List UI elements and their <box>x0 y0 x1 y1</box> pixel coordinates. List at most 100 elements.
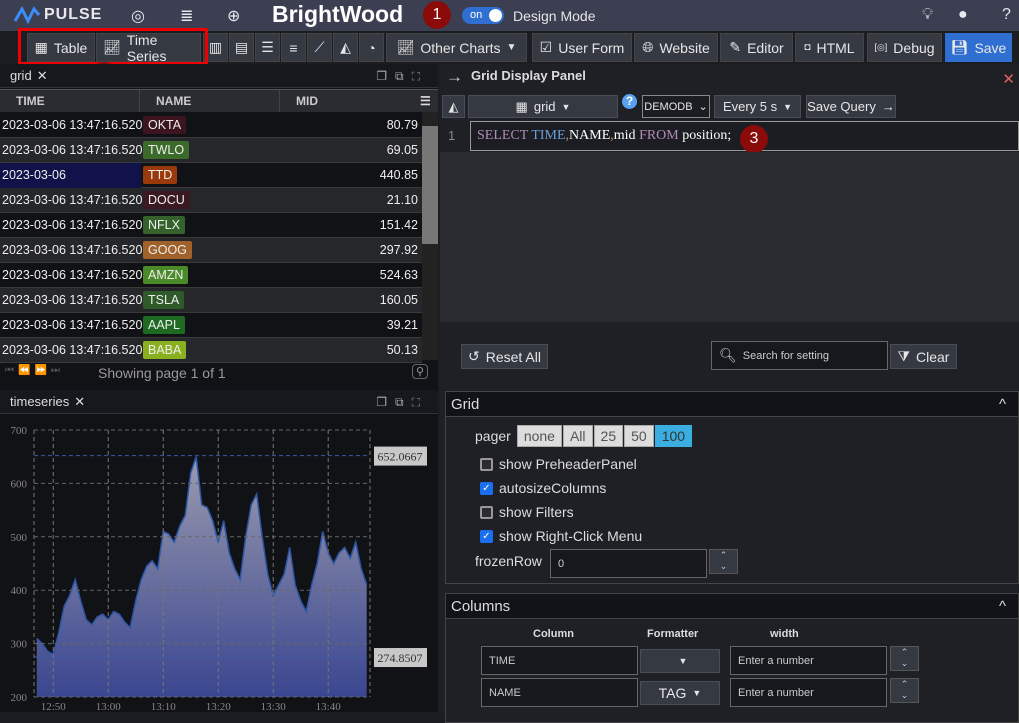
pager-option: pager none All 25 50 100 <box>475 425 693 447</box>
pager-option-100[interactable]: 100 <box>654 425 693 447</box>
frozen-row-input[interactable]: 0 <box>550 549 707 578</box>
cell-time: 2023-03-06 13:47:16.520 <box>2 193 143 207</box>
table-row[interactable]: 2023-03-06 13:47:16.520 OKTA 80.79 <box>0 113 422 138</box>
pager-nav-icons[interactable]: ⏮⏪⏩⏭ <box>5 365 64 376</box>
area-chart-icon[interactable]: ◭ <box>442 95 465 118</box>
editor-button[interactable]: ✎ Editor <box>720 33 793 62</box>
cell-name-tag: BABA <box>143 341 187 359</box>
cell-time: 2023-03-06 13:47:16.520 <box>2 118 143 132</box>
pager-option-none[interactable]: none <box>516 425 562 447</box>
database-select[interactable]: DEMODB ⌄ <box>642 95 710 118</box>
horizontal-bar-button[interactable]: ☰ <box>255 33 280 62</box>
html-button[interactable]: ◘ HTML <box>795 33 864 62</box>
reset-all-button[interactable]: ↺ Reset All <box>461 344 548 369</box>
lightbulb-icon[interactable]: 💡︎ <box>922 6 933 24</box>
pulse-logo[interactable]: PULSE <box>14 5 102 25</box>
pager-option-All[interactable]: All <box>562 425 593 447</box>
table-icon: ▦ <box>515 98 528 114</box>
table-row[interactable]: 2023-03-06 13:47:16.520TTD 440.85 <box>0 163 422 211</box>
close-icon[interactable]: ✕ <box>1002 70 1015 88</box>
user-form-button[interactable]: ☑ User Form <box>532 33 632 62</box>
design-mode-label: Design Mode <box>513 8 596 24</box>
checkbox[interactable] <box>480 457 493 471</box>
top-bar: PULSE ◎ ≣ ⊕ BrightWood 1 on Design Mode … <box>0 0 1019 31</box>
checkbox[interactable]: ✓ <box>480 529 493 543</box>
table-row[interactable]: 2023-03-06 13:47:16.520 TSLA 160.05 <box>0 288 422 313</box>
timeseries-chart[interactable]: 200 300 400 500 600 700 12:50 13:00 13:10 13:20 13… <box>0 415 438 712</box>
line-chart-button[interactable]: ⟋ <box>307 33 332 62</box>
dashboard-icon[interactable]: ◎ <box>131 6 145 26</box>
formatter-dropdown[interactable]: TAG ▼ <box>640 681 720 705</box>
column-name-input[interactable]: NAME <box>481 678 638 707</box>
checkbox-option[interactable]: show PreheaderPanel <box>480 456 637 472</box>
globe-icon[interactable]: ⊕ <box>227 6 240 26</box>
debug-button[interactable]: [◎] Debug <box>867 33 942 62</box>
pie-chart-button[interactable]: ◔ <box>359 33 384 62</box>
formatter-dropdown[interactable]: ▼ <box>640 649 720 673</box>
help-icon[interactable]: ? <box>622 94 637 109</box>
refresh-interval-dropdown[interactable]: Every 5 s ▼ <box>714 95 801 118</box>
checkbox-option[interactable]: ✓ show Right-Click Menu <box>480 528 642 544</box>
close-icon[interactable]: ✕ <box>74 394 85 410</box>
panel-window-icons[interactable]: ❐⧉⛶ <box>376 69 428 84</box>
design-mode-toggle[interactable]: on <box>462 7 504 24</box>
table-row[interactable]: 2023-03-06 13:47:16.520 NFLX 151.42 <box>0 213 422 238</box>
search-setting-input[interactable]: 🔍︎ Search for setting <box>711 341 888 370</box>
logo-text: PULSE <box>44 6 103 23</box>
width-stepper[interactable]: ⌃ ⌄ <box>890 678 919 703</box>
other-charts-dropdown[interactable]: 📈︎ Other Charts ▼ <box>386 33 527 62</box>
pager-option-25[interactable]: 25 <box>593 425 624 447</box>
help-icon[interactable]: ? <box>1002 6 1011 24</box>
columns-section-header[interactable]: Columns ^ <box>446 594 1018 619</box>
checkbox[interactable] <box>480 505 493 519</box>
pulse-logo-icon <box>14 5 40 25</box>
save-query-button[interactable]: Save Query → <box>806 95 896 118</box>
max-marker-label: 652.0667 <box>378 450 423 464</box>
collapse-icon: ^ <box>998 598 1006 615</box>
arrow-right-icon[interactable]: → <box>446 67 463 87</box>
column-name-input[interactable]: TIME <box>481 646 638 675</box>
frozen-row-stepper[interactable]: ⌃ ⌄ <box>709 549 738 574</box>
checkbox-option[interactable]: ✓ autosizeColumns <box>480 480 606 496</box>
checkbox[interactable]: ✓ <box>480 481 493 495</box>
checkbox-option[interactable]: show Filters <box>480 504 574 520</box>
scrollbar[interactable] <box>422 112 438 360</box>
column-header: Column <box>533 628 574 640</box>
clear-button[interactable]: ⧩ Clear <box>890 344 957 369</box>
table-row[interactable]: 2023-03-06 13:47:16.520 TWLO 69.05 <box>0 138 422 163</box>
cell-name-tag: GOOG <box>143 241 192 259</box>
width-input[interactable]: Enter a number <box>730 678 887 707</box>
col-name[interactable]: NAME <box>140 90 280 112</box>
cell-time: 2023-03-06 13:47:16.520 <box>2 318 143 332</box>
cell-mid: 21.10 <box>386 193 418 207</box>
panel-window-icons[interactable]: ❐⧉⛶ <box>376 395 428 410</box>
table-row[interactable]: 2023-03-06 13:47:16.520 AAPL 39.21 <box>0 313 422 338</box>
area-chart-button[interactable]: ◭ <box>333 33 358 62</box>
website-button[interactable]: 🌐︎ Website <box>634 33 718 62</box>
table-row[interactable]: 2023-03-06 13:47:16.520 GOOG 297.92 <box>0 238 422 263</box>
lightbulb-icon[interactable]: ⚲ <box>412 364 429 379</box>
html-icon: ◘ <box>804 42 811 53</box>
x-tick-label: 13:40 <box>316 701 342 712</box>
width-stepper[interactable]: ⌃ ⌄ <box>890 646 919 671</box>
table-row[interactable]: 2023-03-06 13:47:16.520 AMZN 524.63 <box>0 263 422 288</box>
editor-area[interactable] <box>440 152 1019 322</box>
view-type-dropdown[interactable]: ▦ grid ▼ <box>468 95 618 118</box>
col-mid[interactable]: MID <box>280 90 420 112</box>
annotation-badge-3: 3 <box>740 125 768 153</box>
database-icon[interactable]: ≣ <box>180 6 193 26</box>
pager-option-50[interactable]: 50 <box>624 425 654 447</box>
grid-section-header[interactable]: Grid ^ <box>446 392 1018 417</box>
y-tick-label: 600 <box>11 478 28 490</box>
save-button[interactable]: 💾︎ Save <box>945 33 1012 62</box>
close-icon[interactable]: ✕ <box>37 68 48 84</box>
sorted-bar-button[interactable]: ≡ <box>281 33 306 62</box>
cell-time: 2023-03-06 13:47:16.520 <box>2 343 143 357</box>
table-row[interactable]: 2023-03-06 13:47:16.520 DOCU 21.10 <box>0 188 422 213</box>
width-input[interactable]: Enter a number <box>730 646 887 675</box>
filter-clear-icon: ⧩ <box>897 348 911 364</box>
user-icon[interactable]: ● <box>958 6 968 24</box>
stacked-bar-button[interactable]: ▤ <box>229 33 254 62</box>
col-time[interactable]: TIME <box>0 90 140 112</box>
column-menu-icon[interactable]: ☰ <box>420 90 431 112</box>
